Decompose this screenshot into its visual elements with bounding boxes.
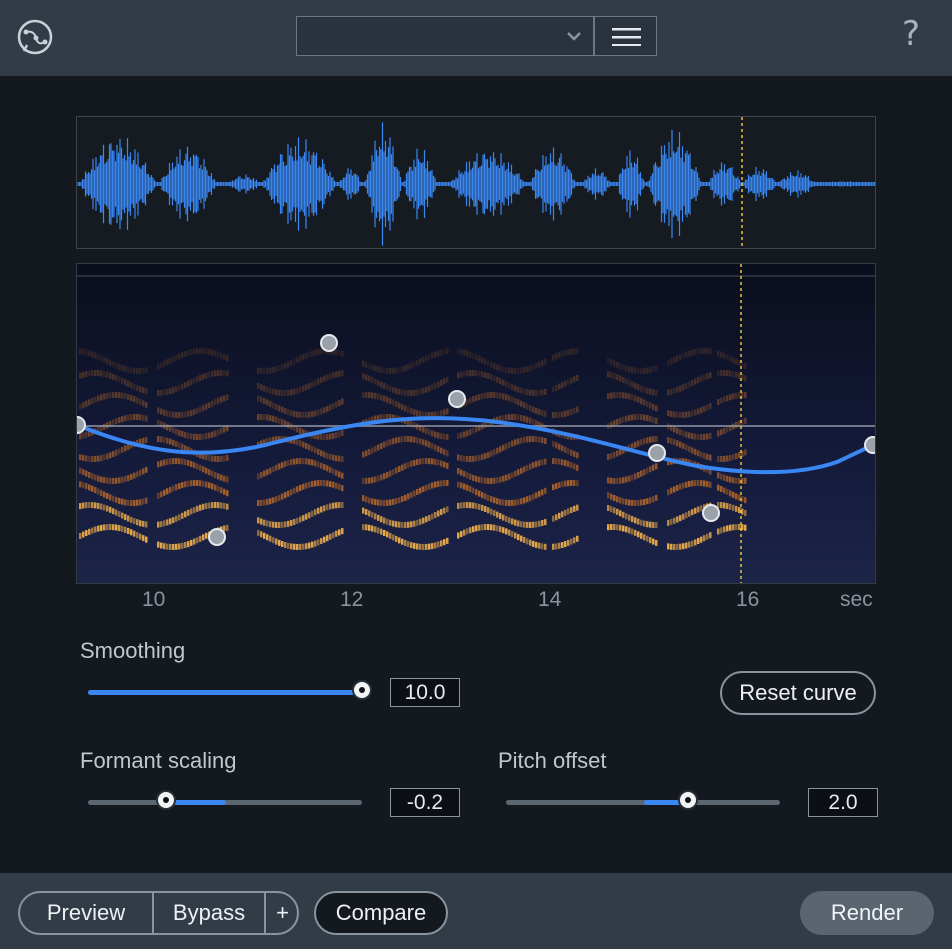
curve-point[interactable]	[208, 528, 226, 546]
pitch-offset-slider-thumb[interactable]	[678, 790, 698, 810]
render-button[interactable]: Render	[800, 891, 934, 935]
time-tick: 12	[340, 588, 364, 611]
compare-button[interactable]: Compare	[314, 891, 448, 935]
curve-point[interactable]	[448, 390, 466, 408]
pitch-offset-slider[interactable]	[506, 790, 780, 812]
waveform-overview[interactable]	[76, 116, 876, 249]
formant-scaling-slider-thumb[interactable]	[156, 790, 176, 810]
chevron-down-icon	[567, 32, 581, 41]
time-tick: 10	[142, 588, 166, 611]
time-axis: 10 12 14 16 sec	[76, 588, 876, 618]
bypass-button[interactable]: Bypass	[154, 893, 264, 933]
pitch-offset-label: Pitch offset	[498, 748, 607, 773]
spectrogram	[77, 264, 875, 583]
time-unit: sec	[840, 588, 873, 611]
curve-point[interactable]	[648, 444, 666, 462]
preview-button[interactable]: Preview	[20, 893, 152, 933]
formant-scaling-slider[interactable]	[88, 790, 362, 812]
preview-bypass-group: Preview Bypass +	[18, 891, 299, 935]
bottom-bar: Preview Bypass + Compare Render	[0, 873, 952, 949]
reset-curve-button[interactable]: Reset curve	[720, 671, 876, 715]
preset-menu-button[interactable]	[594, 16, 657, 56]
smoothing-value-field[interactable]: 10.0	[390, 678, 460, 707]
formant-scaling-label: Formant scaling	[80, 748, 237, 773]
smoothing-label: Smoothing	[80, 638, 186, 663]
help-icon[interactable]: ?	[902, 14, 920, 54]
curve-point[interactable]	[864, 436, 875, 454]
time-tick: 14	[538, 588, 562, 611]
smoothing-slider[interactable]	[88, 680, 374, 702]
curve-logo-icon	[17, 19, 53, 55]
add-button[interactable]: +	[266, 893, 297, 933]
pitch-offset-value-field[interactable]: 2.0	[808, 788, 878, 817]
curve-point[interactable]	[320, 334, 338, 352]
waveform	[77, 117, 876, 248]
curve-point[interactable]	[77, 416, 86, 434]
curve-point[interactable]	[702, 504, 720, 522]
smoothing-slider-thumb[interactable]	[352, 680, 372, 700]
spectrogram-view[interactable]	[76, 263, 876, 584]
top-bar: ?	[0, 0, 952, 76]
time-tick: 16	[736, 588, 760, 611]
formant-scaling-value-field[interactable]: -0.2	[390, 788, 460, 817]
hamburger-menu-icon	[612, 28, 641, 46]
preset-dropdown[interactable]	[296, 16, 594, 56]
